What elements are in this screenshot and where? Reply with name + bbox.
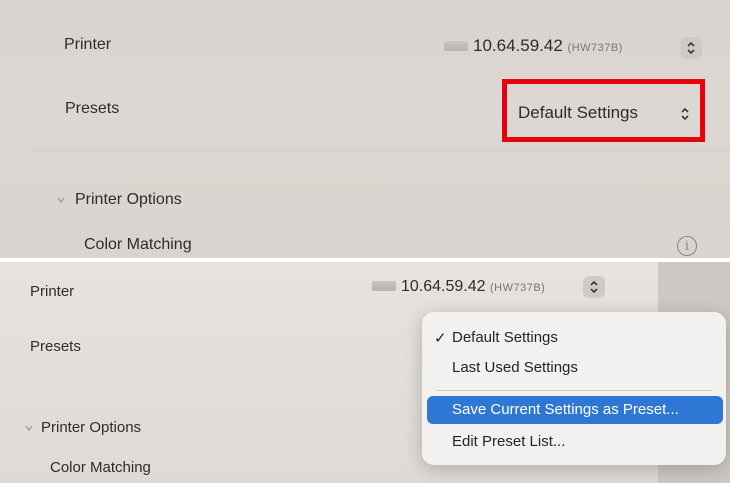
printer-select[interactable]: 10.64.59.42 (HW737B) xyxy=(444,36,623,56)
presets-label: Presets xyxy=(30,338,81,355)
chevron-down-icon[interactable] xyxy=(24,423,34,433)
printer-stepper-icon[interactable] xyxy=(680,37,702,59)
checkmark-icon: ✓ xyxy=(434,330,447,347)
section-divider xyxy=(30,150,730,151)
color-matching-label: Color Matching xyxy=(84,236,192,253)
printer-label: Printer xyxy=(64,36,112,53)
printer-ip: 10.64.59.42 xyxy=(473,36,563,55)
info-icon[interactable]: i xyxy=(677,236,697,256)
print-dialog-after: Printer 10.64.59.42 (HW737B) Presets Pri… xyxy=(0,262,730,483)
menu-separator xyxy=(436,390,712,391)
printer-options-disclosure[interactable]: Printer Options xyxy=(75,191,182,209)
printer-options-disclosure[interactable]: Printer Options xyxy=(41,419,141,436)
menu-item-edit-preset-list[interactable]: Edit Preset List... xyxy=(452,433,565,450)
presets-highlight-box xyxy=(502,79,705,142)
menu-item-last-used-settings[interactable]: Last Used Settings xyxy=(452,359,578,376)
chevron-down-icon[interactable] xyxy=(56,195,66,205)
printer-model: (HW737B) xyxy=(567,42,623,54)
menu-item-save-current-settings[interactable]: Save Current Settings as Preset... xyxy=(452,401,679,418)
printer-icon xyxy=(444,40,468,51)
printer-stepper-icon[interactable] xyxy=(583,276,605,298)
printer-model: (HW737B) xyxy=(489,282,546,294)
printer-label: Printer xyxy=(30,283,75,300)
menu-item-default-settings[interactable]: Default Settings xyxy=(452,329,558,346)
print-dialog-before: Printer 10.64.59.42 (HW737B) Presets Def… xyxy=(0,0,730,258)
color-matching-label: Color Matching xyxy=(50,459,151,476)
presets-popup-menu: ✓ Default Settings Last Used Settings Sa… xyxy=(422,312,726,465)
printer-select[interactable]: 10.64.59.42 (HW737B) xyxy=(372,278,545,296)
presets-label: Presets xyxy=(65,100,120,117)
printer-ip: 10.64.59.42 xyxy=(401,278,486,295)
printer-icon xyxy=(372,280,396,291)
